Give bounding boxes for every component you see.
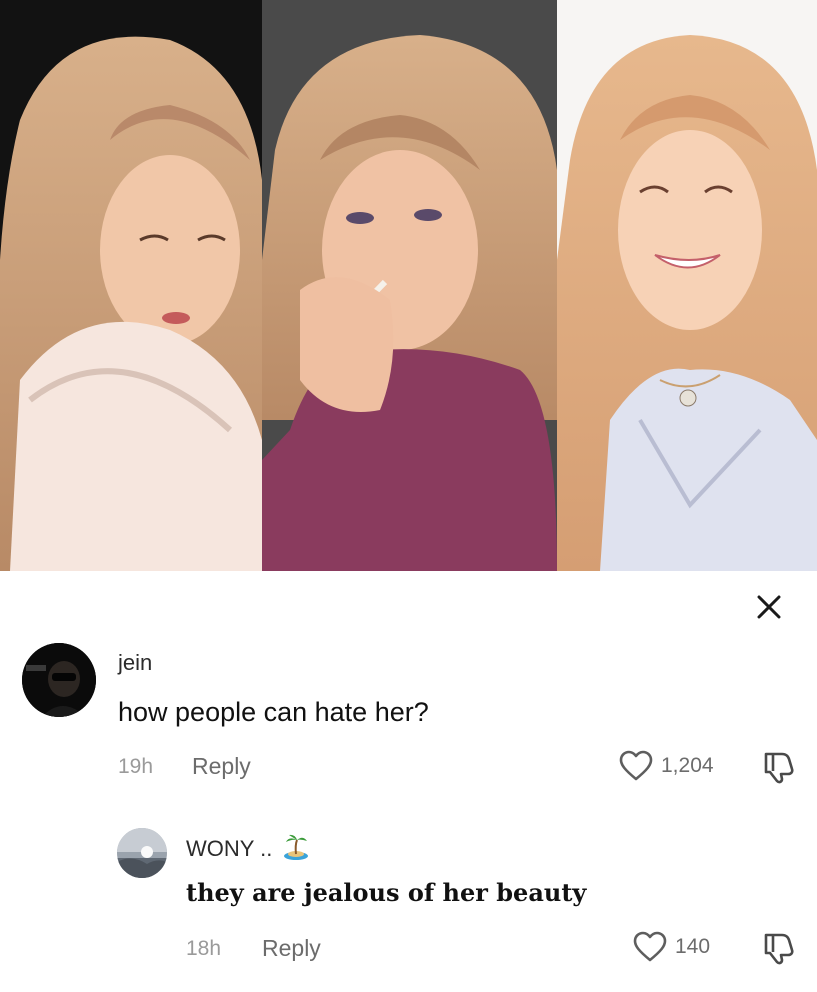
reply-comment-item: WONY .. they are jealous of her beauty 1… [0,0,817,992]
username-text: WONY .. [186,835,273,861]
like-count: 140 [675,935,711,958]
reply-button[interactable]: Reply [262,935,321,962]
comment-timestamp: 18h [186,937,222,960]
dislike-button[interactable] [762,931,798,970]
heart-outline-icon [633,931,667,962]
avatar[interactable] [117,828,167,878]
thumbs-down-icon [764,933,794,965]
comment-text: they are jealous of her beauty [186,878,587,907]
island-emoji [283,833,309,867]
comment-username[interactable]: WONY .. [186,833,309,867]
like-button[interactable]: 140 [633,931,710,963]
